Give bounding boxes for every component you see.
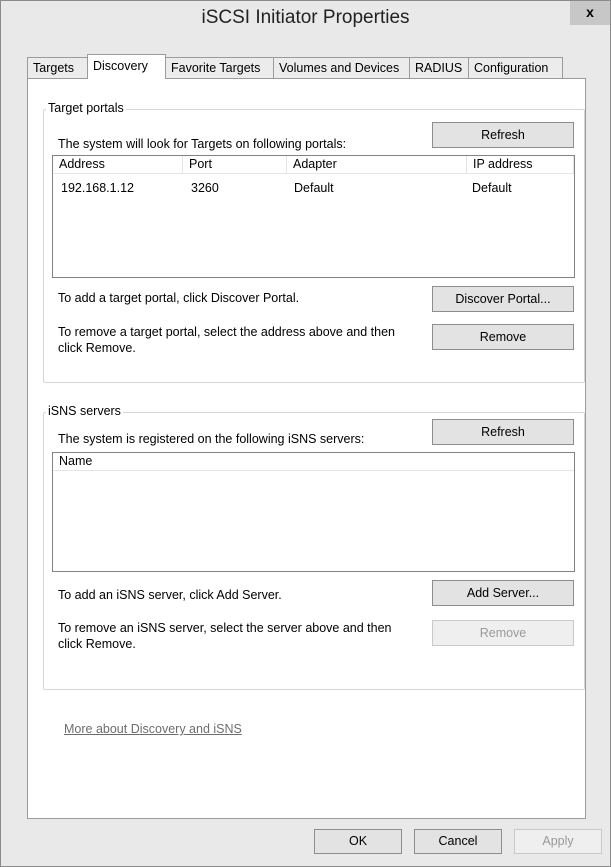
discovery-panel: Target portals The system will look for …: [27, 78, 586, 819]
window-title: iSCSI Initiator Properties: [201, 7, 410, 28]
cell-address: 192.168.1.12: [61, 181, 134, 195]
add-isns-server-text: To add an iSNS server, click Add Server.: [58, 588, 282, 602]
isns-servers-group: iSNS servers The system is registered on…: [43, 404, 585, 690]
column-header-name[interactable]: Name: [53, 453, 574, 471]
target-portals-legend: Target portals: [46, 101, 126, 115]
target-portals-list[interactable]: Address Port Adapter IP address 192.168.…: [52, 155, 575, 278]
column-header-address[interactable]: Address: [53, 156, 183, 174]
cancel-button[interactable]: Cancel: [414, 829, 502, 854]
target-portals-refresh-button[interactable]: Refresh: [432, 122, 574, 148]
target-portals-intro: The system will look for Targets on foll…: [58, 137, 347, 151]
column-header-adapter[interactable]: Adapter: [287, 156, 467, 174]
isns-servers-legend: iSNS servers: [46, 404, 123, 418]
tab-volumes-and-devices[interactable]: Volumes and Devices: [273, 57, 410, 78]
more-about-discovery-link[interactable]: More about Discovery and iSNS: [64, 722, 242, 736]
apply-button[interactable]: Apply: [514, 829, 602, 854]
tab-radius[interactable]: RADIUS: [409, 57, 469, 78]
add-target-portal-text: To add a target portal, click Discover P…: [58, 291, 300, 305]
tab-configuration[interactable]: Configuration: [468, 57, 563, 78]
add-server-button[interactable]: Add Server...: [432, 580, 574, 606]
cell-adapter: Default: [294, 181, 334, 195]
ok-button[interactable]: OK: [314, 829, 402, 854]
cell-port: 3260: [191, 181, 219, 195]
isns-servers-intro: The system is registered on the followin…: [58, 432, 365, 446]
tab-targets[interactable]: Targets: [27, 57, 88, 78]
cell-ip-address: Default: [472, 181, 512, 195]
tab-favorite-targets[interactable]: Favorite Targets: [165, 57, 274, 78]
remove-target-portal-button[interactable]: Remove: [432, 324, 574, 350]
target-portals-group: Target portals The system will look for …: [43, 101, 585, 383]
remove-target-portal-text: To remove a target portal, select the ad…: [58, 325, 396, 355]
column-header-port[interactable]: Port: [183, 156, 287, 174]
dialog-window: iSCSI Initiator Properties x Targets Dis…: [0, 0, 611, 867]
close-icon[interactable]: x: [570, 1, 610, 25]
discover-portal-button[interactable]: Discover Portal...: [432, 286, 574, 312]
isns-servers-list[interactable]: Name: [52, 452, 575, 572]
column-header-ip-address[interactable]: IP address: [467, 156, 574, 174]
title-bar[interactable]: iSCSI Initiator Properties x: [1, 1, 610, 37]
remove-isns-server-text: To remove an iSNS server, select the ser…: [58, 621, 392, 651]
tab-discovery[interactable]: Discovery: [87, 54, 166, 79]
isns-refresh-button[interactable]: Refresh: [432, 419, 574, 445]
remove-isns-server-button[interactable]: Remove: [432, 620, 574, 646]
